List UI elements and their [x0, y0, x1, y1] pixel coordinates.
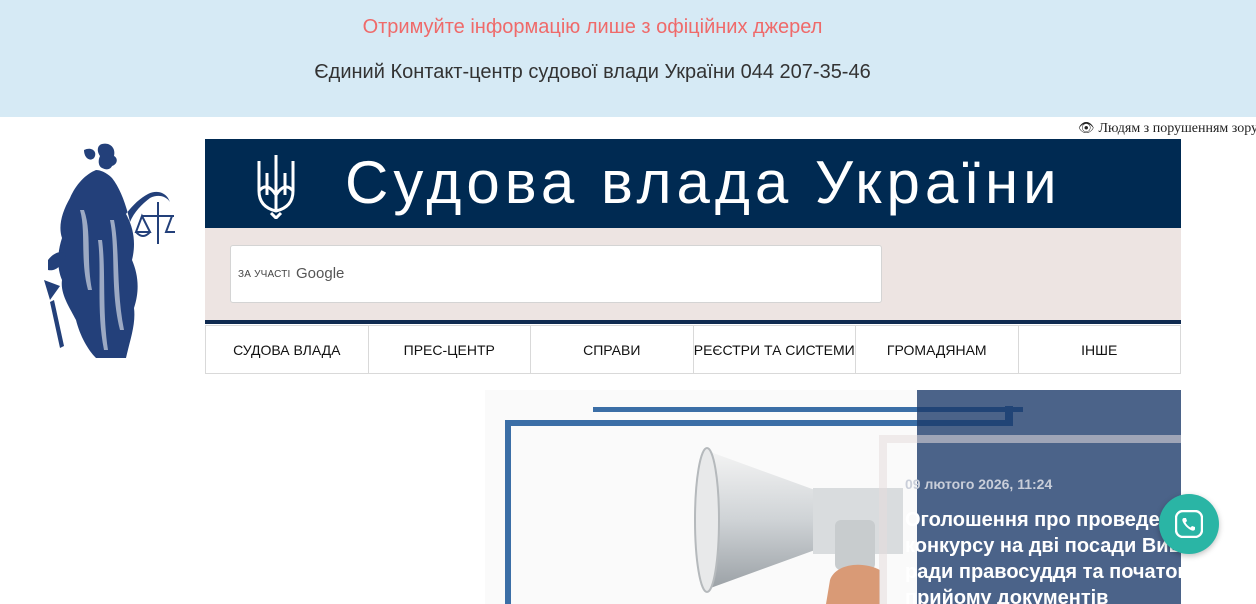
search-input[interactable]: ЗА УЧАСТІ Google: [230, 245, 882, 303]
nav-item-registries[interactable]: РЕЄСТРИ ТА СИСТЕМИ: [692, 325, 856, 374]
info-topbar: Отримуйте інформацію лише з офіційних дж…: [0, 0, 1256, 117]
phone-icon: [1175, 510, 1203, 538]
accessibility-label: Людям з порушенням зору: [1098, 121, 1256, 136]
eye-icon: 👁: [1078, 120, 1095, 135]
nav-item-judiciary[interactable]: СУДОВА ВЛАДА: [205, 325, 369, 374]
site-banner: Судова влада України: [205, 139, 1181, 228]
news-slider[interactable]: 09 лютого 2026, 11:24 Оголошення про про…: [485, 390, 1181, 604]
site-title: Судова влада України: [345, 149, 1062, 216]
trident-icon: [257, 155, 295, 219]
nav-item-citizens[interactable]: ГРОМАДЯНАМ: [855, 325, 1019, 374]
nav-item-press-center[interactable]: ПРЕС-ЦЕНТР: [367, 325, 531, 374]
themis-logo[interactable]: [40, 140, 178, 362]
search-caption: ЗА УЧАСТІ: [238, 269, 291, 280]
main-nav: СУДОВА ВЛАДА ПРЕС-ЦЕНТР СПРАВИ РЕЄСТРИ Т…: [205, 325, 1181, 374]
nav-item-other[interactable]: ІНШЕ: [1017, 325, 1181, 374]
news-headline[interactable]: Оголошення про проведення конкурсу на дв…: [905, 507, 1181, 604]
contact-center-line: Єдиний Контакт-центр судової влади Украї…: [314, 61, 871, 83]
news-date: 09 лютого 2026, 11:24: [905, 476, 1053, 492]
nav-item-cases[interactable]: СПРАВИ: [530, 325, 694, 374]
nav-divider: [205, 320, 1181, 324]
google-logo: Google: [296, 265, 345, 282]
official-sources-warning: Отримуйте інформацію лише з офіційних дж…: [362, 16, 823, 38]
accessibility-link[interactable]: 👁 Людям з порушенням зору: [1078, 120, 1256, 137]
search-area: ЗА УЧАСТІ Google: [205, 228, 1181, 320]
contact-chat-button[interactable]: [1159, 494, 1219, 554]
hero-frame-decor: [505, 420, 511, 604]
themis-icon: [44, 143, 178, 358]
